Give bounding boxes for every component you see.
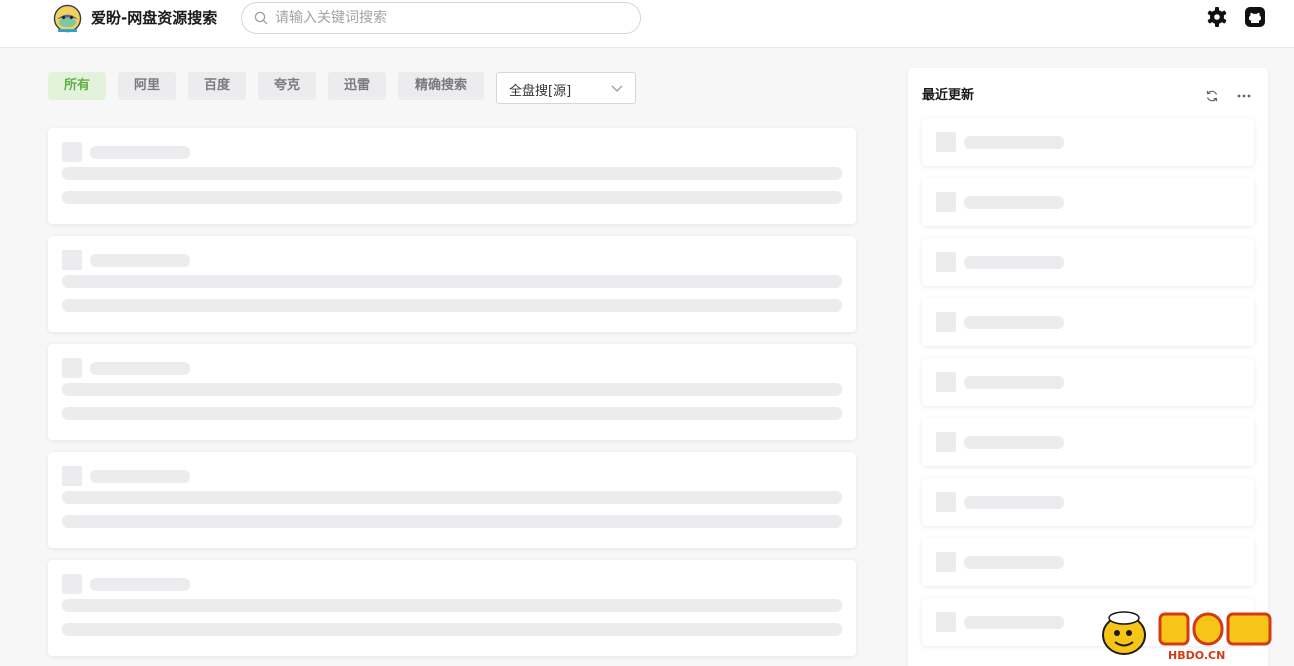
skeleton-line bbox=[62, 167, 842, 180]
skeleton-title bbox=[964, 256, 1064, 269]
top-header: 爱盼-网盘资源搜索 bbox=[0, 0, 1294, 48]
refresh-icon[interactable] bbox=[1205, 89, 1219, 103]
recent-item-placeholder bbox=[922, 238, 1254, 286]
skeleton-thumb bbox=[936, 252, 956, 272]
skeleton-title bbox=[964, 376, 1064, 389]
skeleton-title bbox=[964, 196, 1064, 209]
tab-exact-search[interactable]: 精确搜索 bbox=[398, 72, 484, 100]
skeleton-line bbox=[62, 299, 842, 312]
github-icon[interactable] bbox=[1244, 6, 1266, 28]
watermark-logo: HBDO.CN bbox=[1102, 611, 1272, 662]
skeleton-title bbox=[964, 316, 1064, 329]
skeleton-line bbox=[62, 491, 842, 504]
skeleton-line bbox=[62, 599, 842, 612]
site-title[interactable]: 爱盼-网盘资源搜索 bbox=[91, 8, 217, 28]
result-card-placeholder bbox=[48, 560, 856, 656]
search-input[interactable] bbox=[275, 8, 625, 28]
recent-item-placeholder bbox=[922, 298, 1254, 346]
more-icon[interactable] bbox=[1236, 89, 1252, 103]
skeleton-thumb bbox=[62, 358, 82, 378]
skeleton-title bbox=[90, 254, 190, 267]
skeleton-thumb bbox=[936, 372, 956, 392]
skeleton-title bbox=[964, 616, 1064, 629]
skeleton-title bbox=[90, 146, 190, 159]
skeleton-thumb bbox=[62, 142, 82, 162]
skeleton-line bbox=[62, 623, 842, 636]
skeleton-thumb bbox=[936, 492, 956, 512]
skeleton-line bbox=[62, 275, 842, 288]
recent-item-placeholder bbox=[922, 178, 1254, 226]
source-select[interactable]: 全盘搜[源] bbox=[496, 72, 636, 104]
skeleton-thumb bbox=[936, 612, 956, 632]
recent-item-placeholder bbox=[922, 418, 1254, 466]
chevron-down-icon bbox=[611, 85, 623, 92]
skeleton-title bbox=[964, 556, 1064, 569]
result-card-placeholder bbox=[48, 452, 856, 548]
tab-all[interactable]: 所有 bbox=[48, 72, 106, 100]
search-icon bbox=[254, 11, 268, 25]
skeleton-thumb bbox=[936, 132, 956, 152]
settings-icon[interactable] bbox=[1206, 6, 1228, 28]
recent-updates-panel: 最近更新 bbox=[908, 68, 1268, 666]
recent-updates-title: 最近更新 bbox=[922, 88, 975, 103]
skeleton-thumb bbox=[62, 574, 82, 594]
recent-item-placeholder bbox=[922, 478, 1254, 526]
site-logo-icon[interactable] bbox=[53, 4, 82, 33]
tab-quark[interactable]: 夸克 bbox=[258, 72, 316, 100]
skeleton-title bbox=[90, 470, 190, 483]
recent-item-placeholder bbox=[922, 118, 1254, 166]
skeleton-line bbox=[62, 191, 842, 204]
skeleton-title bbox=[964, 436, 1064, 449]
recent-item-placeholder bbox=[922, 358, 1254, 406]
skeleton-title bbox=[90, 362, 190, 375]
watermark-text: HBDO.CN bbox=[1168, 649, 1225, 662]
recent-item-placeholder bbox=[922, 538, 1254, 586]
source-select-value: 全盘搜[源] bbox=[509, 84, 572, 99]
tab-aliyun[interactable]: 阿里 bbox=[118, 72, 176, 100]
skeleton-title bbox=[90, 578, 190, 591]
skeleton-thumb bbox=[936, 432, 956, 452]
skeleton-thumb bbox=[936, 312, 956, 332]
tab-xunlei[interactable]: 迅雷 bbox=[328, 72, 386, 100]
skeleton-line bbox=[62, 515, 842, 528]
skeleton-thumb bbox=[936, 192, 956, 212]
result-card-placeholder bbox=[48, 344, 856, 440]
result-card-placeholder bbox=[48, 236, 856, 332]
skeleton-thumb bbox=[62, 250, 82, 270]
skeleton-thumb bbox=[62, 466, 82, 486]
tab-baidu[interactable]: 百度 bbox=[188, 72, 246, 100]
skeleton-line bbox=[62, 407, 842, 420]
skeleton-line bbox=[62, 383, 842, 396]
search-box[interactable] bbox=[241, 2, 641, 34]
skeleton-title bbox=[964, 136, 1064, 149]
result-card-placeholder bbox=[48, 128, 856, 224]
skeleton-title bbox=[964, 496, 1064, 509]
skeleton-thumb bbox=[936, 552, 956, 572]
